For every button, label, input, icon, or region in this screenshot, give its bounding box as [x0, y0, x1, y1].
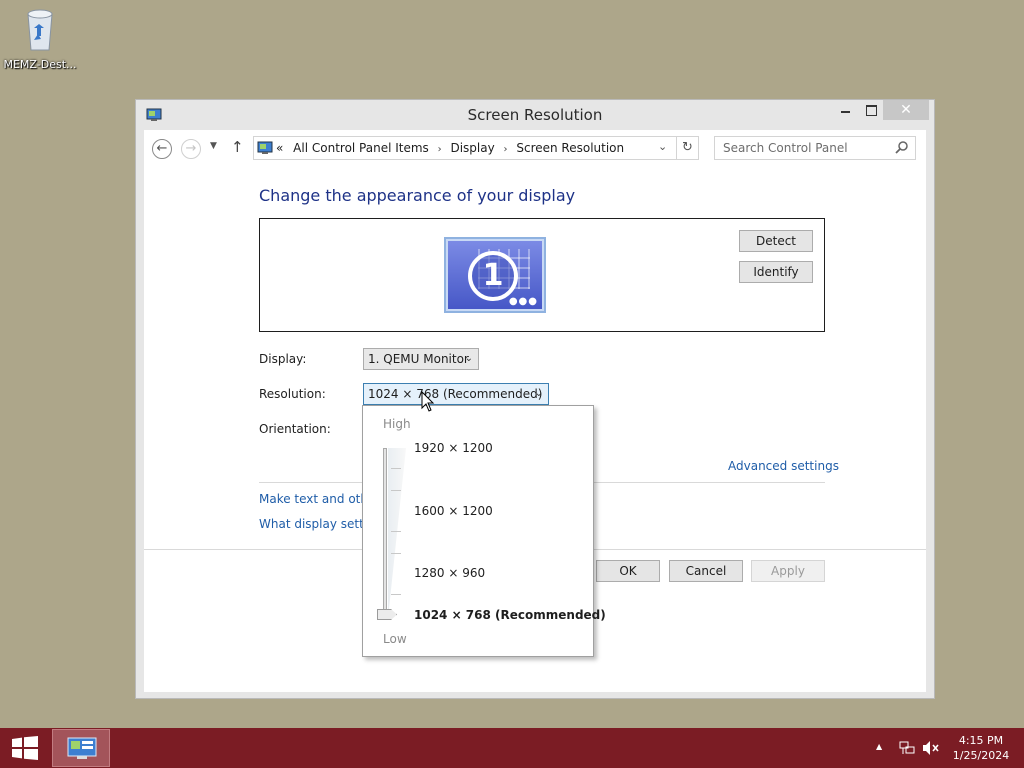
chevron-down-icon[interactable]: ⌄ [658, 140, 667, 153]
slider-tick [391, 490, 401, 491]
monitor-dots: ●●● [508, 296, 538, 307]
advanced-settings-link[interactable]: Advanced settings [728, 459, 839, 473]
apply-button: Apply [751, 560, 825, 582]
breadcrumb-all-control-panel-items[interactable]: All Control Panel Items [293, 141, 429, 155]
taskbar: ▲ 4:15 PM 1/25/2024 [0, 728, 1024, 768]
clock-date: 1/25/2024 [952, 749, 1010, 762]
resolution-dropdown: High 1920 × 1200 1600 × 1200 1280 × 960 … [362, 405, 606, 657]
desktop-icon-memz[interactable]: MEMZ-Dest... [0, 4, 80, 71]
control-panel-icon [67, 737, 97, 761]
clock-time: 4:15 PM [958, 734, 1004, 747]
recent-locations-icon[interactable]: ▼ [210, 141, 217, 151]
show-hidden-icons-icon[interactable]: ▲ [876, 742, 882, 751]
resolution-slider-thumb[interactable] [377, 609, 397, 620]
volume-muted-icon[interactable] [922, 740, 940, 756]
title-bar[interactable]: Screen Resolution ✕ [136, 100, 934, 130]
address-bar[interactable]: « All Control Panel Items › Display › Sc… [253, 136, 677, 160]
resolution-option-1920x1200[interactable]: 1920 × 1200 [414, 441, 493, 455]
slider-low-label: Low [383, 632, 407, 646]
breadcrumb-screen-resolution[interactable]: Screen Resolution [516, 141, 624, 155]
search-input[interactable]: Search Control Panel [723, 141, 848, 155]
forward-arrow-icon[interactable]: → [181, 139, 201, 159]
slider-high-label: High [383, 417, 411, 431]
resolution-select-value: 1024 × 768 (Recommended) [368, 387, 543, 401]
search-icon[interactable] [895, 140, 909, 154]
close-button[interactable]: ✕ [883, 100, 929, 120]
taskbar-control-panel-button[interactable] [52, 729, 110, 767]
minimize-button[interactable] [832, 100, 858, 120]
slider-tick [391, 553, 401, 554]
resolution-option-1600x1200[interactable]: 1600 × 1200 [414, 504, 493, 518]
slider-tick [391, 531, 401, 532]
monitor-number: 1 [468, 251, 518, 301]
orientation-label: Orientation: [259, 422, 331, 436]
resolution-slider-track[interactable] [383, 448, 387, 618]
display-label: Display: [259, 352, 307, 366]
display-arrangement-panel: 1 ●●● Detect Identify [259, 218, 825, 332]
chevron-down-icon: ⌄ [534, 388, 543, 399]
display-select[interactable]: 1. QEMU Monitor ⌄ [363, 348, 479, 370]
page-title: Change the appearance of your display [259, 186, 576, 205]
slider-tick [391, 468, 401, 469]
resolution-select[interactable]: 1024 × 768 (Recommended) ⌄ [363, 383, 549, 405]
chevron-down-icon: ⌄ [464, 353, 473, 364]
system-clock[interactable]: 4:15 PM 1/25/2024 [946, 733, 1016, 763]
slider-wedge [388, 448, 406, 618]
chevron-right-icon[interactable]: › [438, 144, 442, 155]
breadcrumb-overflow[interactable]: « [276, 141, 283, 155]
monitor-icon[interactable]: 1 ●●● [444, 237, 546, 313]
cancel-button[interactable]: Cancel [669, 560, 743, 582]
breadcrumb-display[interactable]: Display [450, 141, 494, 155]
resolution-label: Resolution: [259, 387, 326, 401]
window-title: Screen Resolution [467, 106, 603, 124]
mouse-cursor-icon [421, 390, 435, 413]
search-box[interactable]: Search Control Panel [714, 136, 916, 160]
ok-button[interactable]: OK [596, 560, 660, 582]
control-panel-icon [257, 141, 273, 155]
desktop-icon-label: MEMZ-Dest... [3, 58, 77, 71]
identify-button[interactable]: Identify [739, 261, 813, 283]
display-select-value: 1. QEMU Monitor [368, 352, 469, 366]
recycle-bin-icon [20, 4, 60, 54]
back-arrow-icon[interactable]: ← [152, 139, 172, 159]
network-icon[interactable] [899, 740, 915, 756]
slider-tick [391, 594, 401, 595]
maximize-button[interactable] [858, 100, 884, 120]
resolution-option-1280x960[interactable]: 1280 × 960 [414, 566, 485, 580]
windows-start-icon[interactable] [12, 736, 38, 760]
refresh-icon[interactable]: ↻ [677, 136, 699, 160]
up-arrow-icon[interactable]: ↑ [231, 138, 244, 156]
detect-button[interactable]: Detect [739, 230, 813, 252]
chevron-right-icon[interactable]: › [504, 144, 508, 155]
breadcrumb: « All Control Panel Items › Display › Sc… [276, 141, 624, 155]
resolution-option-1024x768[interactable]: 1024 × 768 (Recommended) [414, 608, 606, 622]
